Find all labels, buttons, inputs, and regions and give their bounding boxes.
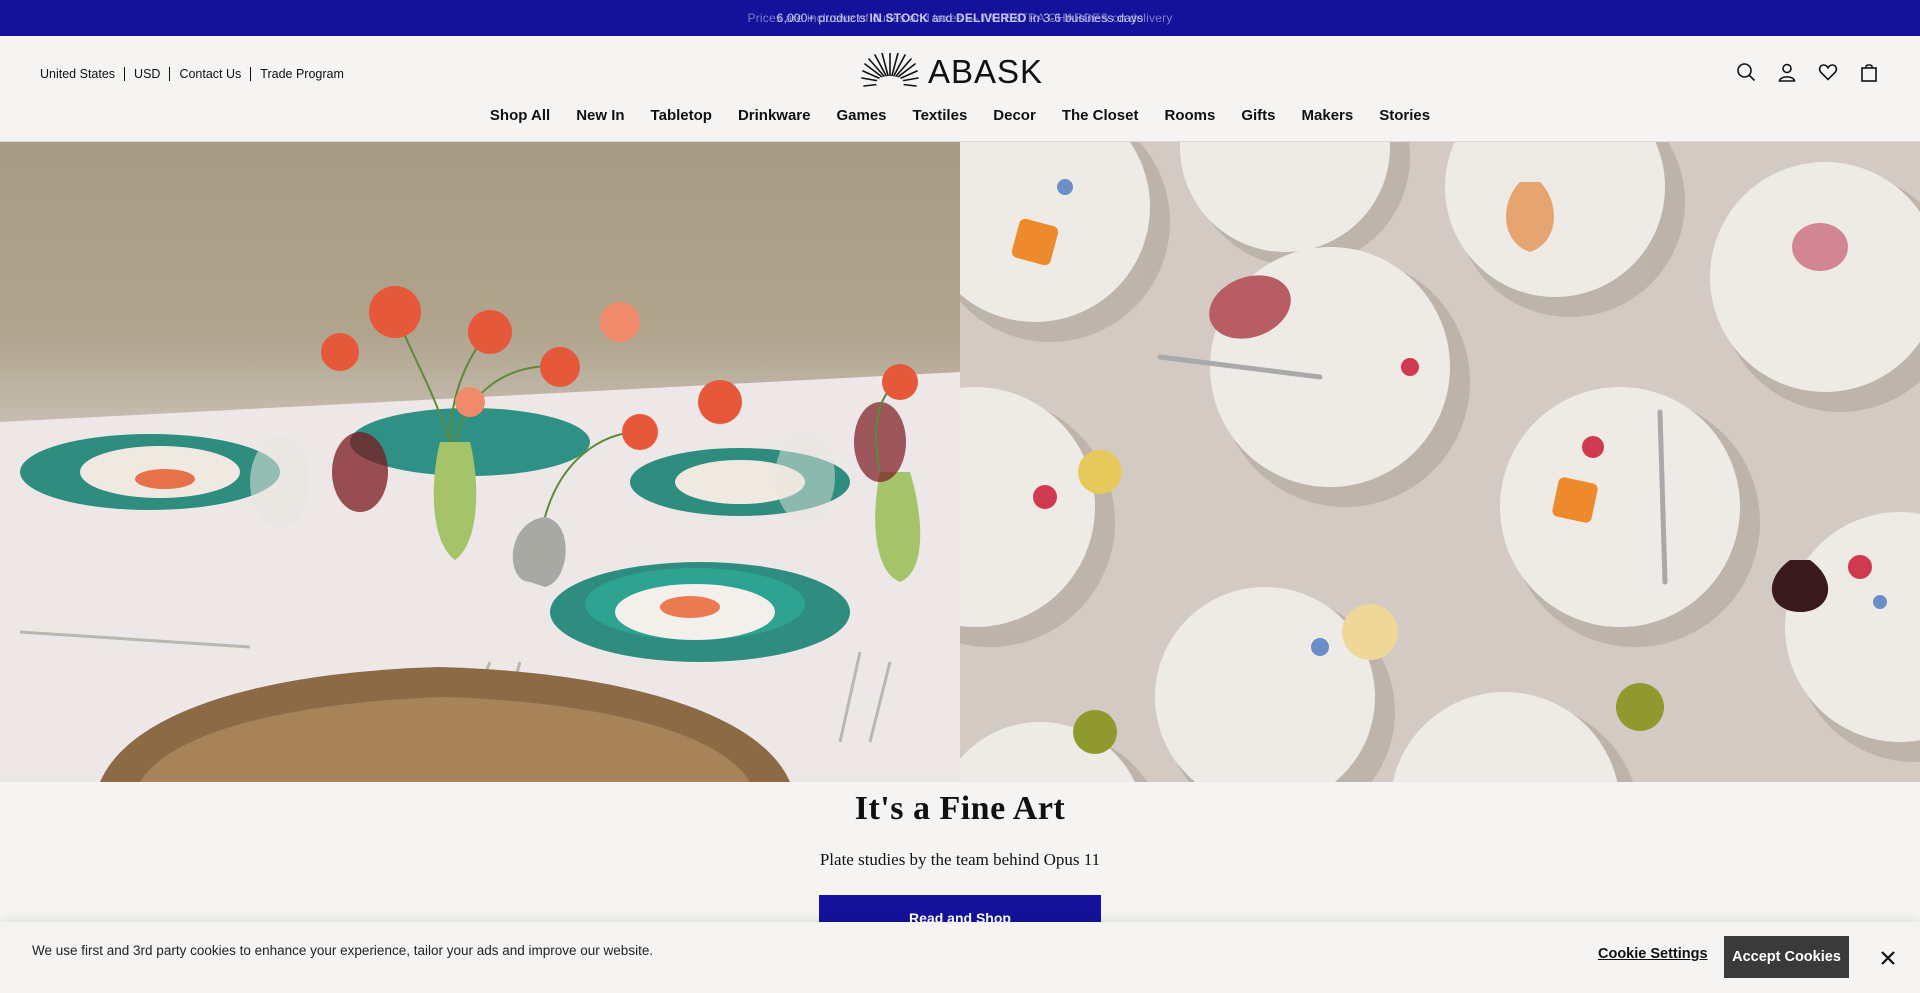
table-setting-illustration <box>0 286 960 782</box>
nav-shop-all[interactable]: Shop All <box>477 107 563 124</box>
nav-the-closet[interactable]: The Closet <box>1049 107 1152 124</box>
announcement-stock-prefix: 6,000+ products <box>776 11 870 25</box>
divider <box>124 67 126 81</box>
brand-wordmark: ABASK <box>928 53 1044 90</box>
trade-program-link[interactable]: Trade Program <box>260 67 344 81</box>
shopping-bag-icon[interactable] <box>1858 61 1880 83</box>
currency-selector[interactable]: USD <box>134 67 160 81</box>
nav-decor[interactable]: Decor <box>980 107 1049 124</box>
site-header: United States USD Contact Us Trade Progr… <box>0 36 1920 142</box>
hero-image-plate-studies[interactable] <box>960 142 1920 782</box>
nav-games[interactable]: Games <box>823 107 899 124</box>
hero-banner[interactable] <box>0 142 1920 782</box>
brand-logo[interactable]: ABASK <box>860 53 1060 91</box>
plates-illustration <box>960 142 1920 782</box>
announcement-stock-mid: and <box>928 11 956 25</box>
hero-title: It's a Fine Art <box>854 790 1066 827</box>
nav-textiles[interactable]: Textiles <box>900 107 981 124</box>
cookie-message: We use first and 3rd party cookies to en… <box>32 943 654 958</box>
nav-gifts[interactable]: Gifts <box>1228 107 1288 124</box>
divider <box>169 67 171 81</box>
close-icon[interactable] <box>1876 946 1900 970</box>
contact-us-link[interactable]: Contact Us <box>179 67 241 81</box>
nav-makers[interactable]: Makers <box>1289 107 1367 124</box>
announcement-delivered-bold: DELIVERED <box>955 11 1027 25</box>
wishlist-heart-icon[interactable] <box>1817 61 1839 83</box>
hero-image-table-setting[interactable] <box>0 142 960 782</box>
nav-new-in[interactable]: New In <box>563 107 637 124</box>
header-icons <box>1735 61 1880 83</box>
nav-drinkware[interactable]: Drinkware <box>725 107 824 124</box>
utility-links: United States USD Contact Us Trade Progr… <box>40 67 344 81</box>
announcement-bar: Prices are inclusive of duties and taxes… <box>0 0 1920 36</box>
cookie-settings-link[interactable]: Cookie Settings <box>1598 946 1708 962</box>
divider <box>250 67 252 81</box>
nav-tabletop[interactable]: Tabletop <box>638 107 725 124</box>
hero-subtitle: Plate studies by the team behind Opus 11 <box>819 850 1101 869</box>
accept-cookies-button[interactable]: Accept Cookies <box>1724 936 1849 978</box>
cookie-banner: We use first and 3rd party cookies to en… <box>0 922 1920 993</box>
announcement-text-stock: 6,000+ products IN STOCK and DELIVERED i… <box>0 0 1920 36</box>
sunburst-logo-icon <box>861 53 919 90</box>
nav-rooms[interactable]: Rooms <box>1152 107 1229 124</box>
main-navigation: Shop All New In Tabletop Drinkware Games… <box>0 107 1920 124</box>
account-icon[interactable] <box>1776 61 1798 83</box>
announcement-stock-suffix: in 3-6 business days <box>1026 11 1144 25</box>
nav-stories[interactable]: Stories <box>1366 107 1443 124</box>
announcement-stock-bold: IN STOCK <box>869 11 929 25</box>
country-selector[interactable]: United States <box>40 67 115 81</box>
search-icon[interactable] <box>1735 61 1757 83</box>
